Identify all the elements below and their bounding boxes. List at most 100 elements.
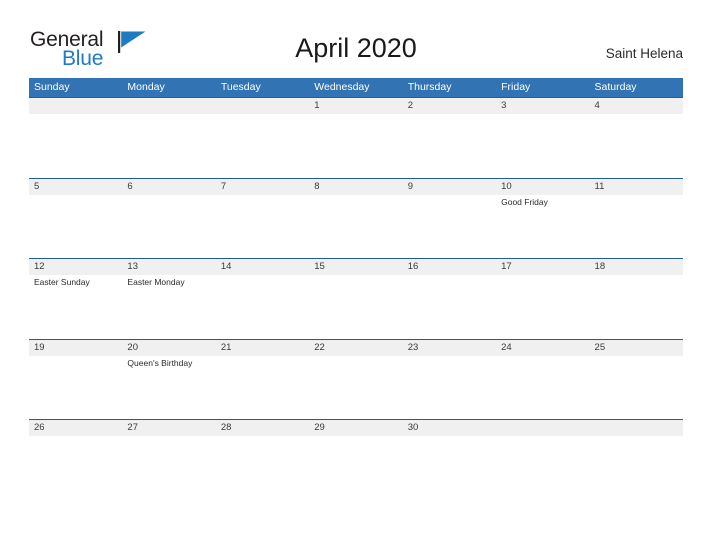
day-events[interactable] (403, 275, 496, 337)
weekday-header-wednesday: Wednesday (314, 81, 370, 93)
day-number[interactable]: 17 (496, 259, 589, 275)
day-events[interactable]: Easter Sunday (29, 275, 122, 337)
day-events[interactable] (403, 114, 496, 176)
day-number[interactable] (122, 98, 215, 114)
day-number[interactable]: 1 (309, 98, 402, 114)
day-events[interactable] (403, 436, 496, 498)
day-number[interactable]: 8 (309, 179, 402, 195)
day-number[interactable]: 27 (122, 420, 215, 436)
day-number[interactable]: 11 (590, 179, 683, 195)
day-number[interactable]: 29 (309, 420, 402, 436)
day-events[interactable] (403, 195, 496, 257)
day-number[interactable]: 2 (403, 98, 496, 114)
week-event-band (29, 436, 683, 498)
week-event-band: Queen's Birthday (29, 355, 683, 418)
day-events[interactable] (496, 436, 589, 498)
day-events[interactable] (122, 114, 215, 176)
day-number[interactable]: 20 (122, 340, 215, 356)
day-events[interactable] (29, 114, 122, 176)
calendar-grid: Sunday Monday Tuesday Wednesday Thursday… (29, 78, 683, 498)
day-events[interactable] (590, 195, 683, 257)
day-events[interactable] (216, 436, 309, 498)
day-number[interactable]: 15 (309, 259, 402, 275)
day-number[interactable]: 7 (216, 179, 309, 195)
day-number[interactable]: 4 (590, 98, 683, 114)
day-events[interactable]: Good Friday (496, 195, 589, 257)
event-label: Easter Monday (127, 277, 185, 287)
week-row: 19 20 21 22 23 24 25 Queen's Birthday (29, 338, 683, 420)
weekday-header-friday: Friday (501, 81, 531, 93)
day-number[interactable] (590, 420, 683, 436)
week-event-band (29, 114, 683, 176)
week-row: 1 2 3 4 (29, 97, 683, 178)
day-events[interactable] (496, 275, 589, 337)
day-number[interactable]: 12 (29, 259, 122, 275)
day-events[interactable] (590, 436, 683, 498)
day-number[interactable]: 6 (122, 179, 215, 195)
day-number[interactable]: 25 (590, 340, 683, 356)
day-events[interactable] (403, 356, 496, 418)
day-events[interactable] (309, 356, 402, 418)
day-number[interactable]: 16 (403, 259, 496, 275)
day-events[interactable] (216, 195, 309, 257)
day-number[interactable]: 23 (403, 340, 496, 356)
day-events[interactable] (496, 356, 589, 418)
day-number[interactable] (29, 98, 122, 114)
week-event-band: Good Friday (29, 194, 683, 257)
day-events[interactable] (122, 436, 215, 498)
day-number[interactable] (216, 98, 309, 114)
event-label: Queen's Birthday (127, 357, 193, 368)
week-date-band: 26 27 28 29 30 (29, 419, 683, 436)
weekday-header-row: Sunday Monday Tuesday Wednesday Thursday… (29, 78, 683, 97)
day-events[interactable]: Queen's Birthday (122, 356, 215, 418)
day-number[interactable]: 5 (29, 179, 122, 195)
day-number[interactable]: 19 (29, 340, 122, 356)
day-events[interactable] (216, 356, 309, 418)
day-events[interactable] (29, 436, 122, 498)
day-events[interactable] (590, 275, 683, 337)
week-event-band: Easter Sunday Easter Monday (29, 275, 683, 337)
event-label: Good Friday (501, 196, 548, 207)
day-number[interactable]: 3 (496, 98, 589, 114)
day-events[interactable] (29, 356, 122, 418)
week-date-band: 19 20 21 22 23 24 25 (29, 338, 683, 356)
day-events[interactable] (309, 195, 402, 257)
day-number[interactable]: 9 (403, 179, 496, 195)
week-date-band: 12 13 14 15 16 17 18 (29, 258, 683, 275)
weekday-header-monday: Monday (127, 81, 165, 93)
day-number[interactable]: 22 (309, 340, 402, 356)
day-number[interactable]: 26 (29, 420, 122, 436)
day-number[interactable]: 21 (216, 340, 309, 356)
week-date-band: 5 6 7 8 9 10 11 (29, 177, 683, 195)
day-events[interactable] (216, 114, 309, 176)
day-events[interactable] (216, 275, 309, 337)
day-events[interactable]: Easter Monday (122, 275, 215, 337)
day-number[interactable]: 13 (122, 259, 215, 275)
day-events[interactable] (122, 195, 215, 257)
week-row: 12 13 14 15 16 17 18 Easter Sunday Easte… (29, 258, 683, 339)
day-number[interactable]: 24 (496, 340, 589, 356)
day-events[interactable] (496, 114, 589, 176)
day-number[interactable]: 28 (216, 420, 309, 436)
week-row: 26 27 28 29 30 (29, 419, 683, 498)
day-number[interactable]: 14 (216, 259, 309, 275)
weekday-header-tuesday: Tuesday (220, 81, 261, 93)
week-date-band: 1 2 3 4 (29, 97, 683, 114)
day-events[interactable] (309, 275, 402, 337)
day-events[interactable] (590, 114, 683, 176)
page-header: General Blue April 2020 Saint Helena (0, 0, 712, 78)
day-number[interactable] (496, 420, 589, 436)
event-label: Easter Sunday (34, 277, 90, 287)
day-events[interactable] (309, 436, 402, 498)
week-row: 5 6 7 8 9 10 11 Good Friday (29, 177, 683, 259)
day-number[interactable]: 30 (403, 420, 496, 436)
weekday-header-saturday: Saturday (594, 81, 637, 93)
weekday-header-sunday: Sunday (34, 81, 70, 93)
day-events[interactable] (309, 114, 402, 176)
day-events[interactable] (590, 356, 683, 418)
weekday-header-thursday: Thursday (407, 81, 452, 93)
day-number[interactable]: 10 (496, 179, 589, 195)
region-label: Saint Helena (605, 46, 683, 61)
day-number[interactable]: 18 (590, 259, 683, 275)
day-events[interactable] (29, 195, 122, 257)
